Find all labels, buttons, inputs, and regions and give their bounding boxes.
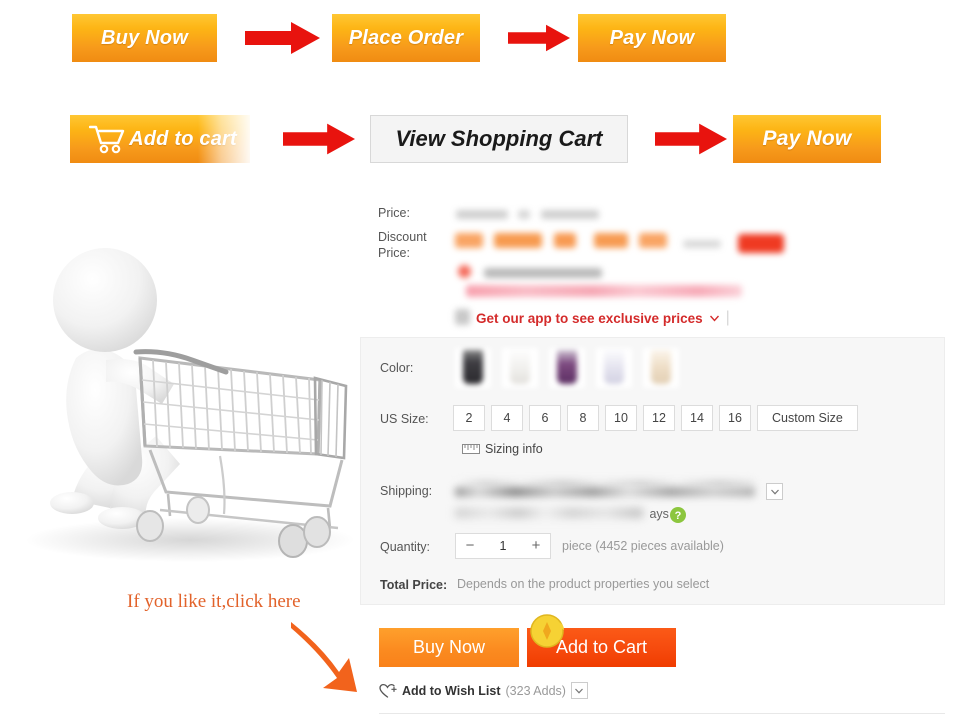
- discount-price-label: Discount Price:: [378, 229, 438, 261]
- flow-button-add-to-cart-label: Add to cart: [129, 127, 237, 150]
- app-promo-label: Get our app to see exclusive prices: [476, 310, 703, 326]
- shipping-eta-obscured: ays: [455, 505, 669, 523]
- shipping-select[interactable]: [455, 480, 765, 498]
- total-price-value: Depends on the product properties you se…: [457, 577, 710, 591]
- us-size-label: US Size:: [380, 412, 429, 426]
- add-to-wish-list[interactable]: Add to Wish List (323 Adds): [379, 682, 588, 699]
- price-value-obscured: [456, 206, 599, 224]
- shipping-label: Shipping:: [380, 484, 433, 498]
- svg-text:?: ?: [675, 510, 682, 522]
- flow-button-buy-now[interactable]: Buy Now: [72, 14, 217, 62]
- size-option-2[interactable]: 2: [453, 405, 485, 431]
- wish-list-label: Add to Wish List: [402, 683, 501, 698]
- total-price-label: Total Price:: [380, 577, 447, 593]
- right-arrow-icon: [245, 22, 320, 54]
- right-arrow-icon: [655, 123, 727, 155]
- quantity-label: Quantity:: [380, 540, 431, 554]
- buy-now-button[interactable]: Buy Now: [379, 628, 519, 667]
- flow-button-pay-now-top-label: Pay Now: [609, 26, 695, 49]
- size-option-custom[interactable]: Custom Size: [757, 405, 858, 431]
- color-swatch-champagne[interactable]: [643, 348, 679, 388]
- tax-note-obscured: [458, 265, 603, 283]
- click-here-hint: If you like it,click here: [127, 591, 301, 612]
- flow-button-place-order[interactable]: Place Order: [332, 14, 480, 62]
- size-option-12[interactable]: 12: [643, 405, 675, 431]
- flow-button-view-shopping-cart[interactable]: View Shopping Cart: [370, 115, 628, 163]
- flow-button-pay-now-top[interactable]: Pay Now: [578, 14, 726, 62]
- buy-now-button-label: Buy Now: [412, 637, 486, 657]
- flow-button-view-shopping-cart-label: View Shopping Cart: [395, 126, 603, 151]
- heart-plus-icon: [379, 683, 397, 698]
- sizing-info-link[interactable]: Sizing info: [462, 442, 543, 456]
- ruler-icon: [462, 444, 480, 454]
- curved-down-right-arrow-icon: [291, 622, 357, 692]
- shopping-cart-illustration: [10, 210, 360, 570]
- discount-price-label-text: Discount Price:: [378, 230, 427, 260]
- promo-bar-obscured: [466, 285, 742, 297]
- color-swatch-list: [455, 348, 679, 388]
- shopping-cart-icon: [89, 125, 125, 154]
- size-option-16[interactable]: 16: [719, 405, 751, 431]
- right-arrow-icon: [508, 24, 570, 52]
- us-size-options: 2 4 6 8 10 12 14 16 Custom Size: [453, 405, 858, 431]
- chevron-down-icon[interactable]: [709, 315, 719, 322]
- right-arrow-icon: [283, 123, 355, 155]
- app-icon-obscured: [455, 309, 470, 325]
- coin-bonus-icon: [530, 614, 564, 648]
- add-to-cart-button-label: Add to Cart: [555, 637, 648, 657]
- price-label: Price:: [378, 206, 410, 220]
- size-option-14[interactable]: 14: [681, 405, 713, 431]
- flow-button-pay-now-bottom-label: Pay Now: [762, 127, 852, 150]
- chevron-down-icon: [770, 489, 779, 495]
- flow-button-buy-now-label: Buy Now: [101, 26, 188, 49]
- size-option-8[interactable]: 8: [567, 405, 599, 431]
- size-option-6[interactable]: 6: [529, 405, 561, 431]
- wish-list-chevron-box[interactable]: [570, 682, 588, 699]
- size-option-10[interactable]: 10: [605, 405, 637, 431]
- sizing-info-label: Sizing info: [485, 442, 543, 456]
- quantity-increment-button[interactable]: +: [522, 534, 550, 558]
- quantity-value[interactable]: 1: [484, 539, 522, 553]
- shipping-help-icon[interactable]: ?: [670, 507, 686, 528]
- color-label: Color:: [380, 361, 414, 375]
- bottom-divider: [379, 713, 945, 715]
- flow-button-add-to-cart[interactable]: Add to cart: [70, 115, 250, 163]
- wish-list-count: (323 Adds): [505, 683, 566, 698]
- color-swatch-purple[interactable]: [549, 348, 585, 388]
- quantity-decrement-button[interactable]: −: [456, 534, 484, 558]
- size-option-4[interactable]: 4: [491, 405, 523, 431]
- shipping-days-suffix: ays: [649, 507, 669, 521]
- total-price-label-text: Total Price:: [380, 578, 448, 592]
- flow-button-place-order-label: Place Order: [348, 26, 464, 49]
- chevron-down-icon: [575, 688, 584, 694]
- color-swatch-charcoal[interactable]: [455, 348, 491, 388]
- quantity-availability: piece (4452 pieces available): [562, 539, 724, 553]
- quantity-stepper[interactable]: − 1 +: [455, 533, 551, 559]
- color-swatch-white[interactable]: [502, 348, 538, 388]
- shipping-select-chevron[interactable]: [766, 483, 783, 500]
- discount-price-value-obscured: [455, 233, 784, 254]
- flow-button-pay-now-bottom[interactable]: Pay Now: [733, 115, 881, 163]
- color-swatch-lavender[interactable]: [596, 348, 632, 388]
- app-promo-link[interactable]: Get our app to see exclusive prices |: [476, 309, 730, 327]
